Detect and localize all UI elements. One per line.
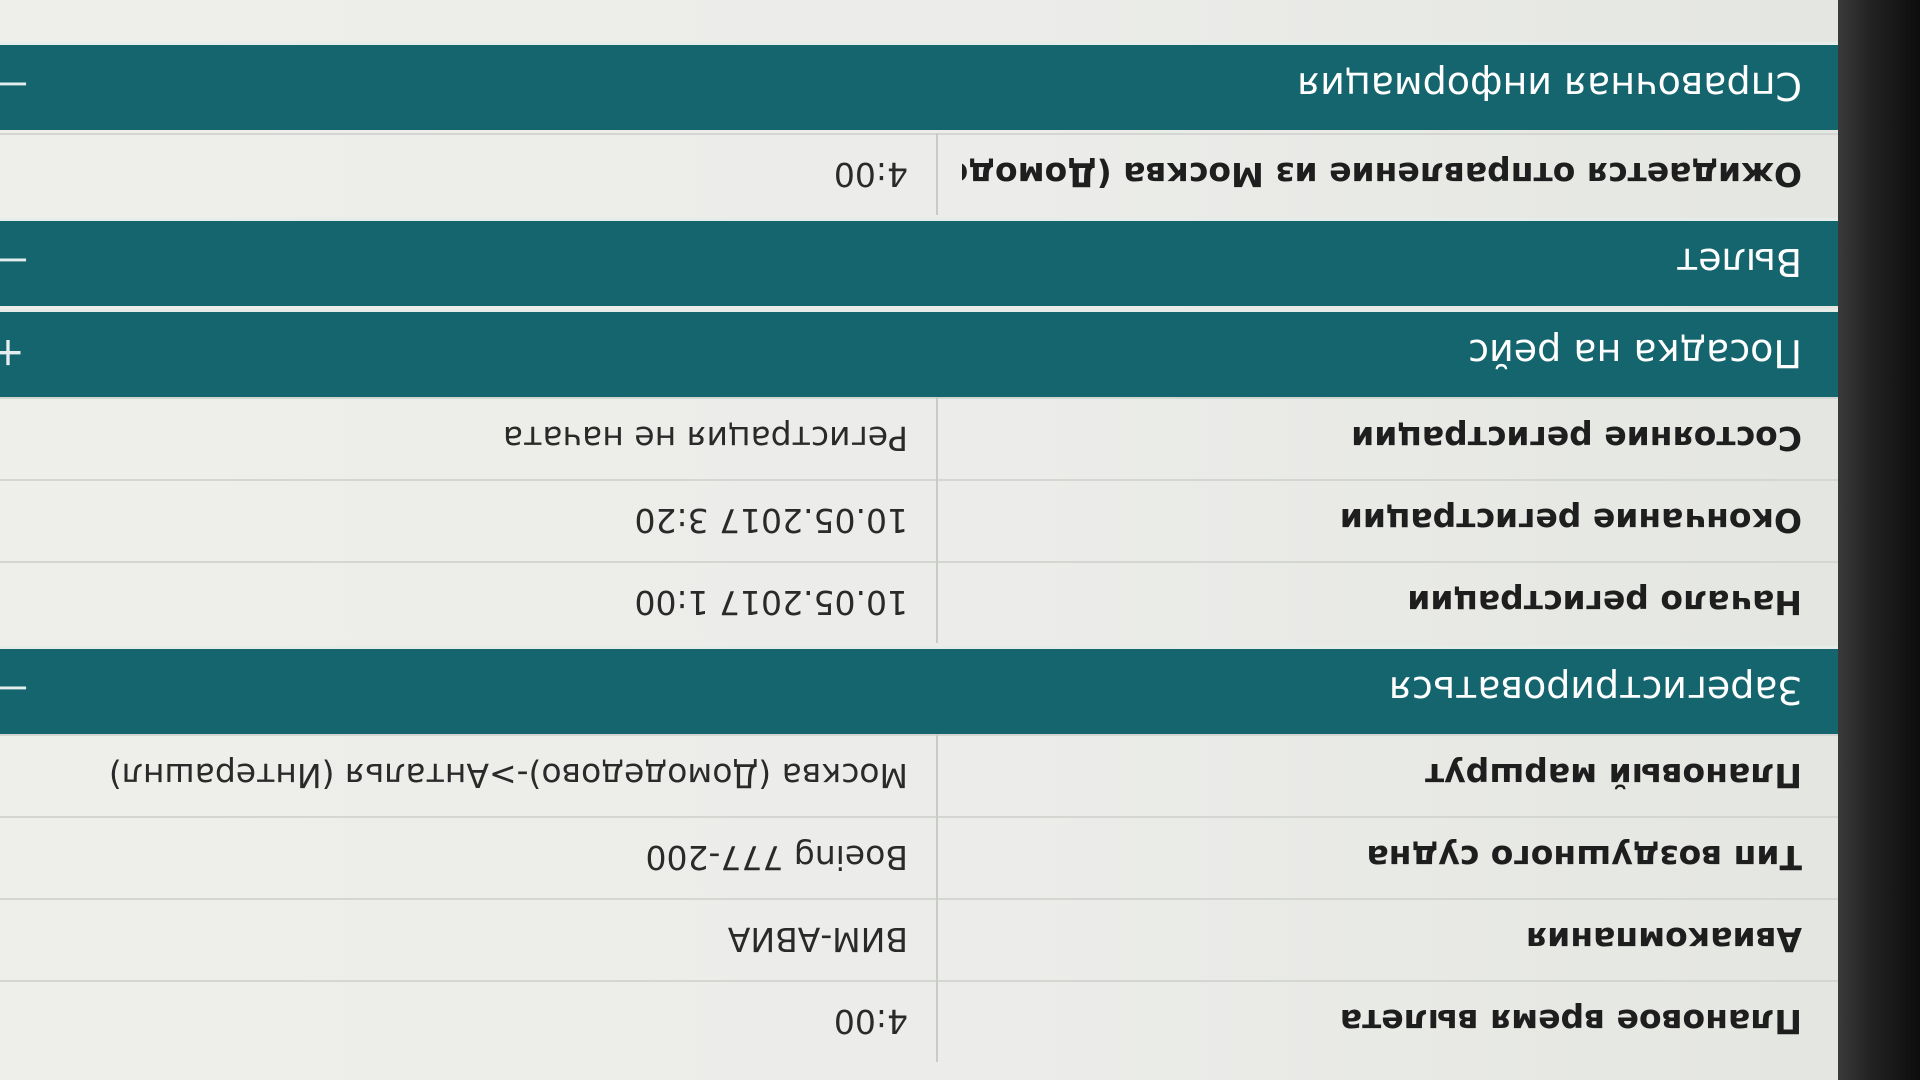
row-label: Окончание регистрации — [1339, 501, 1802, 540]
monitor-bezel — [1838, 0, 1920, 1080]
column-divider — [936, 734, 938, 816]
section-title: Зарегистрироваться — [1389, 668, 1802, 712]
row-label: Авиакомпания — [1525, 920, 1802, 959]
info-row-route: Плановый маршрут Москва (Домодедово)->Ан… — [0, 734, 1838, 816]
row-value: Москва (Домодедово)->Анталья (Интерашнл) — [108, 756, 908, 795]
flight-details-panel: Плановое время вылета 4:00 Авиакомпания … — [0, 0, 1838, 1080]
checkin-row-status: Состояние регистрации Регистрация не нач… — [0, 397, 1838, 479]
row-label: Состояние регистрации — [1351, 419, 1802, 458]
collapse-toggle-icon[interactable]: — — [0, 646, 38, 734]
screen: Плановое время вылета 4:00 Авиакомпания … — [0, 0, 1920, 1080]
column-divider — [936, 561, 938, 643]
section-header-boarding[interactable]: Посадка на рейс + — [0, 309, 1838, 397]
collapse-toggle-icon[interactable]: — — [0, 42, 38, 130]
departure-row-expected: Ожидается отправление из Москва (Домодед… — [0, 133, 1838, 215]
checkin-row-end: Окончание регистрации 10.05.2017 3:20 — [0, 479, 1838, 561]
section-header-departure[interactable]: Вылет — — [0, 218, 1838, 306]
info-row-planned-departure: Плановое время вылета 4:00 — [0, 980, 1838, 1062]
column-divider — [936, 980, 938, 1062]
column-divider — [936, 479, 938, 561]
column-divider — [936, 133, 938, 215]
column-divider — [936, 898, 938, 980]
row-value: 4:00 — [833, 1002, 908, 1041]
row-value: ВИМ-АВИА — [727, 920, 908, 959]
section-title: Справочная информация — [1297, 64, 1802, 108]
column-divider — [936, 816, 938, 898]
row-value: 4:00 — [833, 155, 908, 194]
section-header-reference[interactable]: Справочная информация — — [0, 42, 1838, 130]
row-value: Регистрация не начата — [502, 419, 908, 458]
row-label: Ожидается отправление из Москва (Домодед… — [962, 155, 1802, 194]
collapse-toggle-icon[interactable]: — — [0, 218, 38, 306]
section-title: Вылет — [1676, 240, 1802, 284]
row-value: 10.05.2017 3:20 — [634, 501, 908, 540]
expand-toggle-icon[interactable]: + — [0, 309, 38, 397]
column-divider — [936, 397, 938, 479]
row-label: Тип воздушного судна — [1366, 838, 1802, 877]
row-label: Начало регистрации — [1407, 583, 1802, 622]
row-value: 10.05.2017 1:00 — [634, 583, 908, 622]
row-value: Boeing 777-200 — [645, 838, 908, 877]
row-label: Плановое время вылета — [1339, 1002, 1802, 1041]
row-label: Плановый маршрут — [1424, 756, 1802, 795]
info-row-airline: Авиакомпания ВИМ-АВИА — [0, 898, 1838, 980]
section-header-checkin[interactable]: Зарегистрироваться — — [0, 646, 1838, 734]
section-title: Посадка на рейс — [1468, 331, 1802, 375]
info-row-aircraft-type: Тип воздушного судна Boeing 777-200 — [0, 816, 1838, 898]
checkin-row-start: Начало регистрации 10.05.2017 1:00 — [0, 561, 1838, 643]
